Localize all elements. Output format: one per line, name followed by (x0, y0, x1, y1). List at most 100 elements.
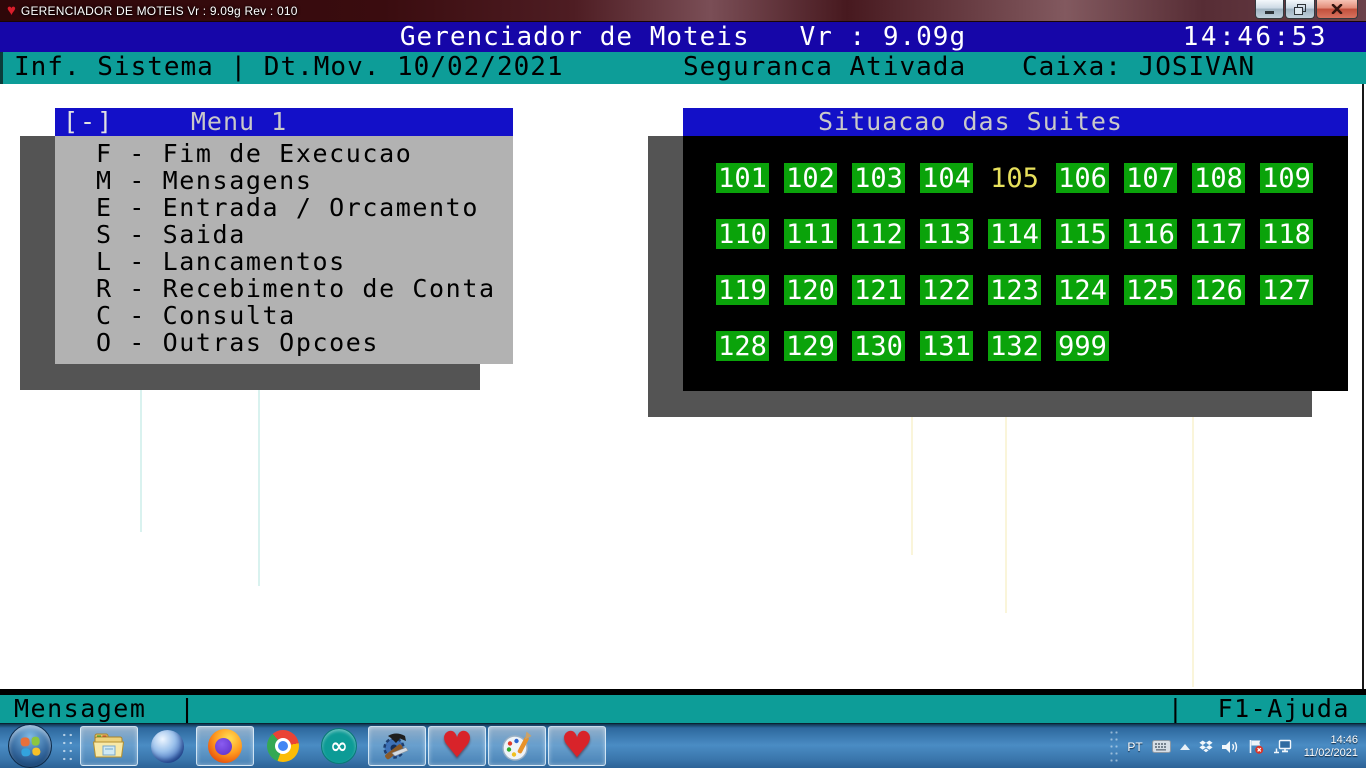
app-info-bar: Inf. Sistema | Dt.Mov. 10/02/2021 Segura… (0, 52, 1366, 84)
taskbar-dev-tools-button[interactable] (368, 726, 426, 766)
restore-button[interactable] (1285, 0, 1315, 19)
taskbar-motel-app-button[interactable]: ♥ (428, 726, 486, 766)
windows-logo-icon (19, 735, 41, 757)
menu-item-c[interactable]: C - Consulta (96, 302, 513, 329)
tools-icon (379, 729, 415, 763)
taskbar-chrome-button[interactable] (256, 726, 310, 766)
suite-105[interactable]: 105 (988, 163, 1041, 194)
window-title: GERENCIADOR DE MOTEIS Vr : 9.09g Rev : 0… (20, 3, 298, 18)
suite-104[interactable]: 104 (920, 163, 973, 194)
taskbar-app-buttons: ∞ ♥ ♥ (79, 724, 607, 769)
cashier-label: Caixa: JOSIVAN (1022, 52, 1256, 82)
blue-sphere-icon (150, 729, 184, 763)
volume-icon[interactable] (1221, 740, 1239, 754)
suite-126[interactable]: 126 (1192, 275, 1245, 306)
menu-item-r[interactable]: R - Recebimento de Conta (96, 275, 513, 302)
arduino-icon: ∞ (321, 728, 357, 764)
suite-106[interactable]: 106 (1056, 163, 1109, 194)
security-status: Seguranca Ativada (683, 52, 967, 82)
suite-119[interactable]: 119 (716, 275, 769, 306)
suite-127[interactable]: 127 (1260, 275, 1313, 306)
tray-date: 11/02/2021 (1303, 746, 1358, 759)
taskbar-winbox-button[interactable] (140, 726, 194, 766)
suites-title: Situacao das Suites (818, 107, 1123, 136)
taskbar-arduino-button[interactable]: ∞ (312, 726, 366, 766)
app-header-bar: Gerenciador de Moteis Vr : 9.09g 14:46:5… (0, 22, 1366, 52)
keyboard-icon[interactable] (1151, 740, 1171, 753)
firefox-icon (208, 729, 242, 763)
suites-shadow-left (648, 136, 683, 417)
artifact-line (258, 390, 260, 586)
suite-row: 110 111 112 113 114 115 116 117 118 (716, 219, 1348, 250)
network-icon[interactable] (1273, 739, 1292, 754)
suite-121[interactable]: 121 (852, 275, 905, 306)
tray-clock[interactable]: 14:46 11/02/2021 (1304, 734, 1362, 760)
menu-item-o[interactable]: O - Outras Opcoes (96, 329, 513, 356)
language-indicator[interactable]: PT (1127, 740, 1142, 754)
suite-122[interactable]: 122 (920, 275, 973, 306)
menu-item-f[interactable]: F - Fim de Execucao (96, 140, 513, 167)
suite-110[interactable]: 110 (716, 219, 769, 250)
show-hidden-icons-button[interactable] (1179, 743, 1190, 750)
menu-item-e[interactable]: E - Entrada / Orcamento (96, 194, 513, 221)
dropbox-icon[interactable] (1199, 740, 1213, 754)
folder-icon (92, 731, 126, 761)
suite-112[interactable]: 112 (852, 219, 905, 250)
suite-108[interactable]: 108 (1192, 163, 1245, 194)
system-tray: PT 14:46 11/02/2021 (1109, 724, 1362, 769)
close-button[interactable] (1316, 0, 1358, 19)
suite-113[interactable]: 113 (920, 219, 973, 250)
close-icon (1331, 4, 1343, 14)
message-label: Mensagem | (14, 694, 197, 723)
suite-132[interactable]: 132 (988, 331, 1041, 362)
main-content: [-] Menu 1 F - Fim de Execucao M - Mensag… (0, 84, 1366, 689)
app-heart-icon: ♥ (7, 2, 16, 19)
suite-124[interactable]: 124 (1056, 275, 1109, 306)
minimize-button[interactable] (1255, 0, 1284, 19)
suite-118[interactable]: 118 (1260, 219, 1313, 250)
taskbar-firefox-button[interactable] (196, 726, 254, 766)
minimize-icon (1265, 11, 1274, 14)
suite-101[interactable]: 101 (716, 163, 769, 194)
suite-107[interactable]: 107 (1124, 163, 1177, 194)
suite-131[interactable]: 131 (920, 331, 973, 362)
window-right-border (1362, 84, 1364, 689)
suite-116[interactable]: 116 (1124, 219, 1177, 250)
menu-items: F - Fim de Execucao M - Mensagens E - Entr… (55, 136, 513, 364)
menu-collapse-button[interactable]: [-] (63, 108, 114, 136)
app-status-bar: Mensagem | | F1-Ajuda (0, 695, 1366, 723)
suite-125[interactable]: 125 (1124, 275, 1177, 306)
suite-123[interactable]: 123 (988, 275, 1041, 306)
taskbar-motel-app-2-button[interactable]: ♥ (548, 726, 606, 766)
restore-icon (1294, 3, 1306, 15)
palette-icon (500, 730, 534, 762)
f1-help-label: | F1-Ajuda (1167, 694, 1350, 723)
start-button[interactable] (8, 724, 52, 768)
taskbar-windows-explorer-button[interactable] (80, 726, 138, 766)
menu-item-s[interactable]: S - Saida (96, 221, 513, 248)
suite-row: 128 129 130 131 132 999 (716, 331, 1348, 362)
taskbar-paint-button[interactable] (488, 726, 546, 766)
suite-111[interactable]: 111 (784, 219, 837, 250)
suites-panel: Situacao das Suites 101 102 103 104 105 106 10… (683, 108, 1348, 391)
suite-115[interactable]: 115 (1056, 219, 1109, 250)
suite-103[interactable]: 103 (852, 163, 905, 194)
suite-120[interactable]: 120 (784, 275, 837, 306)
tray-grip-handle[interactable] (1109, 728, 1119, 765)
suite-117[interactable]: 117 (1192, 219, 1245, 250)
menu-titlebar: [-] Menu 1 (55, 108, 513, 136)
menu-item-l[interactable]: L - Lancamentos (96, 248, 513, 275)
suite-130[interactable]: 130 (852, 331, 905, 362)
menu-item-m[interactable]: M - Mensagens (96, 167, 513, 194)
suite-129[interactable]: 129 (784, 331, 837, 362)
suite-114[interactable]: 114 (988, 219, 1041, 250)
suite-102[interactable]: 102 (784, 163, 837, 194)
window-titlebar: ♥ GERENCIADOR DE MOTEIS Vr : 9.09g Rev :… (0, 0, 1366, 22)
tray-time: 14:46 (1330, 733, 1358, 746)
taskbar-grip-handle[interactable] (60, 729, 73, 763)
action-center-flag-icon[interactable] (1248, 739, 1264, 754)
suite-109[interactable]: 109 (1260, 163, 1313, 194)
suite-128[interactable]: 128 (716, 331, 769, 362)
menu-shadow-left (20, 136, 55, 390)
suite-999[interactable]: 999 (1056, 331, 1109, 362)
